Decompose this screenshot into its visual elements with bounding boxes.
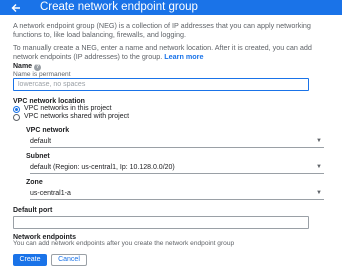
radio-vpc-this-project[interactable]: VPC networks in this project: [13, 105, 112, 113]
zone-value: us-central1-a: [30, 190, 71, 197]
dropdown-caret-icon: ▼: [316, 164, 322, 170]
radio-vpc-shared-label: VPC networks shared with project: [24, 113, 130, 120]
subnet-select[interactable]: default (Region: us-central1, Ip: 10.128…: [30, 162, 324, 174]
name-input[interactable]: [13, 78, 309, 91]
learn-more-link[interactable]: Learn more: [164, 52, 203, 61]
vpc-network-label: VPC network: [26, 127, 70, 134]
intro-paragraph-2: To manually create a NEG, enter a name a…: [13, 43, 335, 61]
default-port-label: Default port: [13, 207, 53, 214]
radio-vpc-shared[interactable]: VPC networks shared with project: [13, 113, 129, 121]
vpc-network-select[interactable]: default ▼: [30, 136, 324, 148]
back-arrow-icon-svg: [11, 3, 20, 12]
default-port-input[interactable]: [13, 216, 309, 229]
create-button[interactable]: Create: [13, 254, 47, 266]
page-title: Create network endpoint group: [40, 1, 198, 13]
zone-select[interactable]: us-central1-a ▼: [30, 188, 324, 200]
radio-checked-icon: [13, 105, 20, 113]
dropdown-caret-icon: ▼: [316, 190, 322, 196]
name-label: Name?: [13, 62, 71, 71]
subnet-label: Subnet: [26, 153, 50, 160]
vpc-network-value: default: [30, 138, 52, 145]
intro-paragraph-1: A network endpoint group (NEG) is a coll…: [13, 21, 311, 39]
radio-vpc-this-project-label: VPC networks in this project: [24, 105, 112, 112]
app-header: Create network endpoint group: [0, 0, 342, 15]
form-content: A network endpoint group (NEG) is a coll…: [13, 21, 335, 61]
radio-unchecked-icon: [13, 113, 20, 121]
zone-label: Zone: [26, 179, 43, 186]
network-endpoints-description: You can add network endpoints after you …: [13, 240, 235, 247]
intro-paragraph-2-text: To manually create a NEG, enter a name a…: [13, 43, 312, 61]
cancel-button[interactable]: Cancel: [51, 254, 87, 266]
name-label-text: Name: [13, 63, 33, 70]
subnet-value: default (Region: us-central1, Ip: 10.128…: [30, 164, 175, 171]
help-icon[interactable]: ?: [34, 64, 42, 71]
back-arrow-icon[interactable]: [9, 0, 23, 15]
name-section: Name? Name is permanent: [13, 62, 71, 79]
dropdown-caret-icon: ▼: [316, 138, 322, 144]
